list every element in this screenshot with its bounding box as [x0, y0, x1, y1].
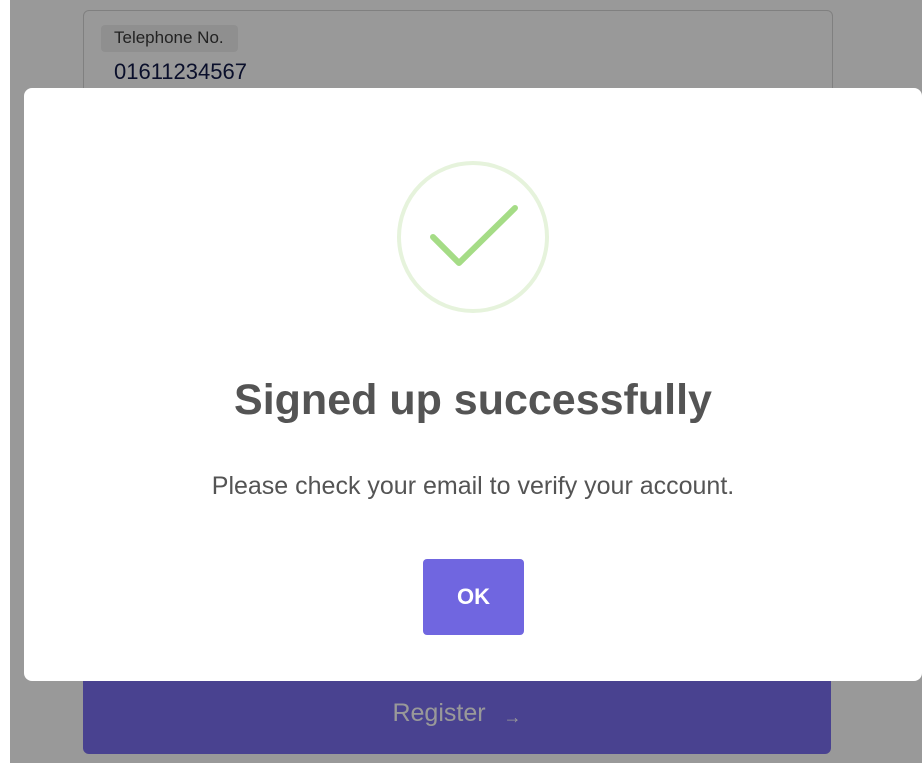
ok-button[interactable]: OK — [423, 559, 524, 635]
dialog-title: Signed up successfully — [234, 376, 712, 424]
success-check-icon — [397, 161, 549, 313]
dialog-message: Please check your email to verify your a… — [211, 472, 735, 500]
success-dialog: Signed up successfully Please check your… — [24, 88, 922, 681]
